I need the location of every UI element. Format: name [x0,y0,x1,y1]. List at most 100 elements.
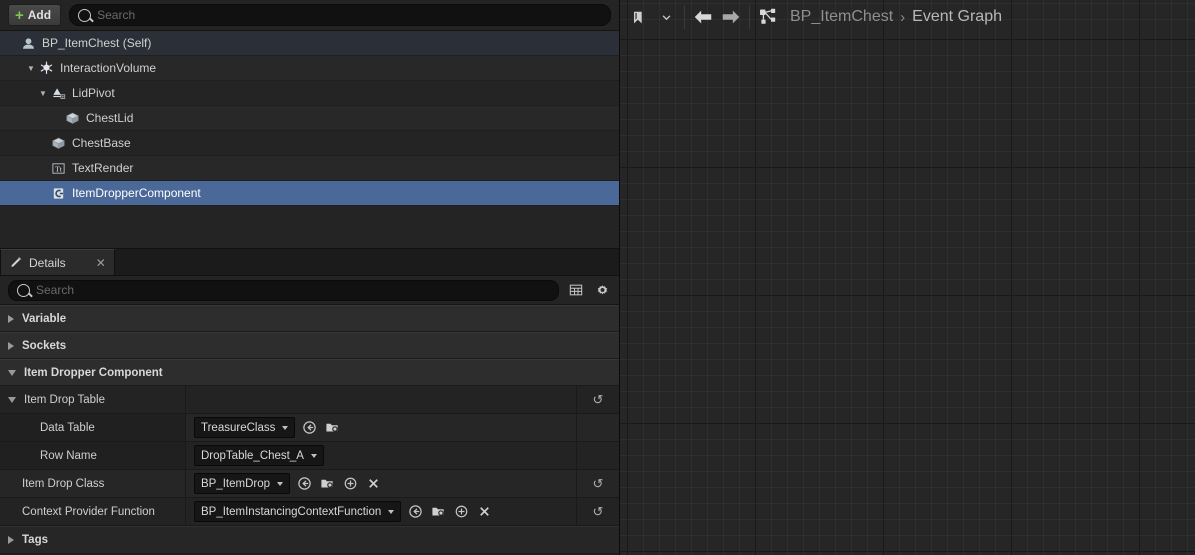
category-label: Sockets [22,339,67,352]
reset-placeholder [576,414,619,441]
property-value-cell: TreasureClass [186,414,576,441]
property-label-cell[interactable]: Item Drop Table [0,386,186,413]
chevron-down-icon [388,509,395,514]
blueprint-graph-icon[interactable] [754,3,782,31]
property-label-cell: Context Provider Function [0,498,186,525]
tree-item-chestbase[interactable]: ▶ ChestBase [0,131,619,156]
category-label: Variable [22,312,67,325]
reset-arrow-icon[interactable]: ↺ [576,470,619,497]
category-sockets[interactable]: Sockets [0,332,619,359]
sphere-collision-icon [38,60,54,76]
bookmark-icon[interactable] [624,3,652,31]
toolbar-separator [749,5,750,29]
use-selected-icon[interactable] [319,475,336,492]
new-asset-icon[interactable] [453,503,470,520]
reset-placeholder [576,442,619,469]
tree-item-bp-itemchest[interactable]: ▶ BP_ItemChest (Self) [0,31,619,56]
data-table-asset-picker[interactable]: TreasureClass [194,417,296,438]
component-search-placeholder: Search [97,8,136,22]
browse-icon[interactable] [301,419,318,436]
breadcrumb: BP_ItemChest › Event Graph [790,8,1002,26]
property-value-cell [186,386,576,413]
component-search-input[interactable]: Search [69,4,611,26]
category-label: Tags [22,534,48,546]
context-provider-function-value: BP_ItemInstancingContextFunction [201,505,382,518]
column-settings-icon[interactable] [567,281,585,299]
use-selected-icon[interactable] [324,419,341,436]
property-value-cell: BP_ItemInstancingContextFunction [186,498,576,525]
close-icon[interactable]: ✕ [96,256,106,270]
chevron-down-icon[interactable] [8,396,16,403]
tree-item-label: LidPivot [72,86,115,100]
add-component-button[interactable]: + Add [8,4,62,26]
static-mesh-icon [50,135,66,151]
breadcrumb-blueprint[interactable]: BP_ItemChest [790,8,893,26]
details-tab-strip: Details ✕ [0,249,619,276]
plus-icon: + [15,6,24,24]
chevron-right-icon [8,314,14,323]
reset-arrow-icon[interactable]: ↺ [576,386,619,413]
tree-item-label: ChestBase [72,136,131,150]
category-variable[interactable]: Variable [0,305,619,332]
tab-details[interactable]: Details ✕ [0,249,115,275]
tree-item-label: InteractionVolume [60,61,157,75]
row-name-dropdown[interactable]: DropTable_Chest_A [194,445,324,466]
property-label: Item Drop Table [24,393,105,406]
new-asset-icon[interactable] [342,475,359,492]
toolbar-separator [684,5,685,29]
components-toolbar: + Add Search [0,0,619,31]
property-label: Row Name [40,449,97,462]
details-search-input[interactable]: Search [8,279,559,301]
details-body: Variable Sockets Item Dropper Component … [0,305,619,555]
svg-text:Tt: Tt [55,164,63,173]
tree-item-textrender[interactable]: ▶ Tt TextRender [0,156,619,181]
property-label-cell: Data Table [0,414,186,441]
chevron-right-icon [8,536,14,544]
browse-icon[interactable] [296,475,313,492]
property-row-data-table: Data Table TreasureClass [0,414,619,442]
property-row-item-drop-class: Item Drop Class BP_ItemDrop ↺ [0,470,619,498]
components-and-details-panel: + Add Search ▶ BP_ItemChest (Self) ▼ [0,0,620,555]
property-label: Context Provider Function [22,505,155,518]
item-drop-class-picker[interactable]: BP_ItemDrop [194,473,291,494]
category-label: Item Dropper Component [24,366,163,379]
event-graph-panel: BP_ItemChest › Event Graph [620,0,1195,555]
graph-grid[interactable] [620,34,1195,555]
component-tree: ▶ BP_ItemChest (Self) ▼ InteractionVolum… [0,31,619,249]
reset-arrow-icon[interactable]: ↺ [576,498,619,525]
details-icon [10,255,23,271]
chevron-down-icon[interactable] [652,3,680,31]
clear-icon[interactable] [365,475,382,492]
actor-component-icon [50,185,66,201]
chevron-down-icon [8,369,16,376]
chevron-right-icon [8,341,14,350]
arrow-left-icon[interactable] [689,3,717,31]
arrow-right-icon[interactable] [717,3,745,31]
property-row-item-drop-table: Item Drop Table ↺ [0,386,619,414]
property-value-cell: DropTable_Chest_A [186,442,576,469]
property-label: Item Drop Class [22,477,105,490]
tree-item-label: ItemDropperComponent [72,186,201,200]
twirl-down-icon[interactable]: ▼ [36,89,50,98]
tree-item-itemdroppercomponent[interactable]: ▶ ItemDropperComponent [0,181,619,206]
search-icon [78,8,92,22]
tree-item-label: BP_ItemChest (Self) [42,36,152,50]
component-tree-empty-space [0,206,619,248]
context-provider-function-picker[interactable]: BP_ItemInstancingContextFunction [194,501,402,522]
category-item-dropper-component[interactable]: Item Dropper Component [0,359,619,386]
gear-icon[interactable] [593,281,611,299]
actor-icon [20,35,36,51]
use-selected-icon[interactable] [430,503,447,520]
tree-item-lidpivot[interactable]: ▼ LidPivot [0,81,619,106]
tree-item-interactionvolume[interactable]: ▼ InteractionVolume [0,56,619,81]
breadcrumb-separator: › [900,8,906,26]
clear-icon[interactable] [476,503,493,520]
twirl-down-icon[interactable]: ▼ [24,64,38,73]
tree-item-chestlid[interactable]: ▶ ChestLid [0,106,619,131]
text-render-icon: Tt [50,160,66,176]
breadcrumb-graph[interactable]: Event Graph [912,8,1002,26]
category-tags[interactable]: Tags [0,526,619,554]
browse-icon[interactable] [407,503,424,520]
details-search-placeholder: Search [36,283,75,297]
property-label: Data Table [40,421,95,434]
